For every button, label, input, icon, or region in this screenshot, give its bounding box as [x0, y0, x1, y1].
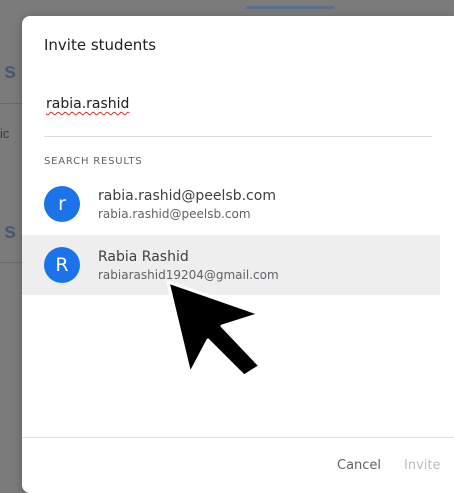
background-divider: [0, 262, 22, 263]
search-result-item[interactable]: r rabia.rashid@peelsb.com rabia.rashid@p…: [22, 174, 440, 234]
avatar: R: [44, 247, 80, 283]
background-tab-indicator: [246, 6, 334, 9]
dialog-title: Invite students: [44, 36, 157, 54]
search-results-label: SEARCH RESULTS: [44, 156, 143, 167]
background-text-fragment: s: [4, 218, 17, 243]
invite-students-dialog: Invite students rabia.rashid SEARCH RESU…: [22, 16, 454, 493]
footer-divider: [22, 437, 454, 438]
result-name: Rabia Rashid: [98, 248, 189, 265]
background-text-fragment: s: [4, 58, 17, 83]
cancel-button[interactable]: Cancel: [337, 458, 381, 473]
result-email: rabia.rashid@peelsb.com: [98, 206, 251, 221]
avatar: r: [44, 186, 80, 222]
search-input-value[interactable]: rabia.rashid: [46, 96, 129, 112]
invite-button[interactable]: Invite: [404, 458, 440, 473]
background-divider: [0, 103, 22, 104]
result-name: rabia.rashid@peelsb.com: [98, 187, 276, 204]
background-text-fragment: ic: [0, 126, 10, 141]
arrow-cursor-icon: [166, 280, 262, 378]
